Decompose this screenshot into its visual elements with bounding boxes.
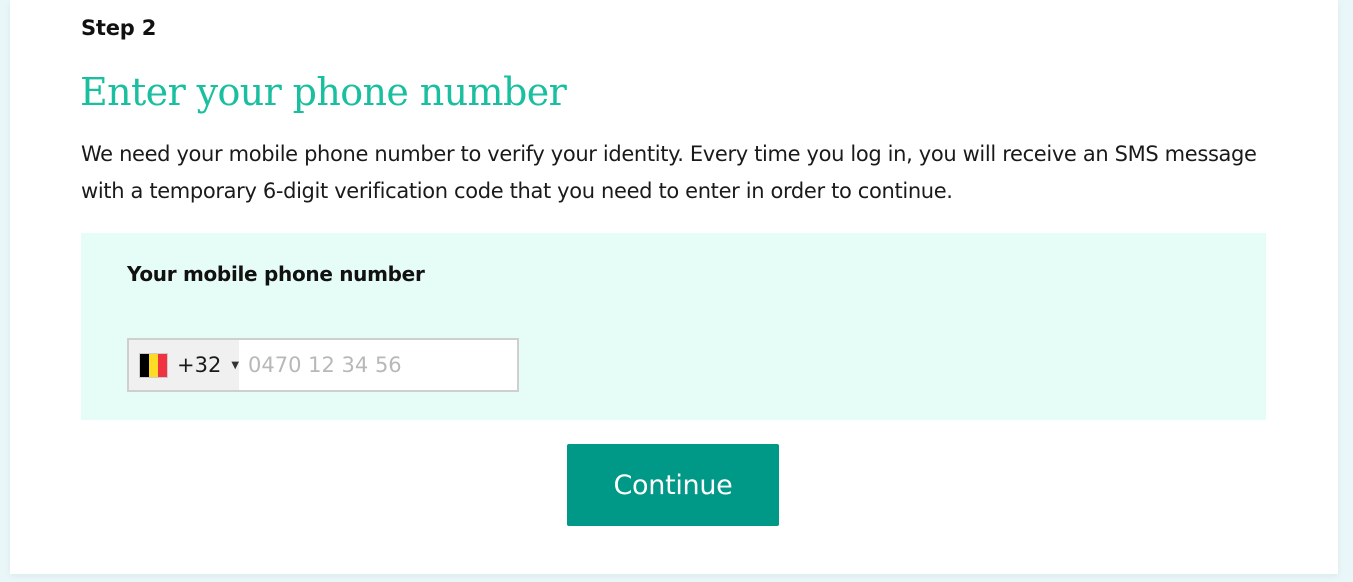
phone-input-group: +32 ▼: [127, 338, 526, 392]
page-title: Enter your phone number: [80, 70, 567, 114]
page-description: We need your mobile phone number to veri…: [81, 142, 1257, 203]
continue-button[interactable]: Continue: [567, 444, 779, 526]
caret-down-icon: ▼: [231, 359, 240, 371]
belgium-flag-icon: [140, 353, 167, 377]
phone-number-input[interactable]: [239, 340, 526, 390]
phone-form-panel: Your mobile phone number +32 ▼: [81, 233, 1266, 420]
step-indicator: Step 2: [81, 16, 157, 40]
country-dial-code: +32: [177, 353, 222, 377]
verification-card: Step 2 Enter your phone number We need y…: [10, 0, 1338, 574]
phone-field-label: Your mobile phone number: [127, 262, 425, 286]
country-code-selector[interactable]: +32 ▼: [129, 340, 240, 390]
